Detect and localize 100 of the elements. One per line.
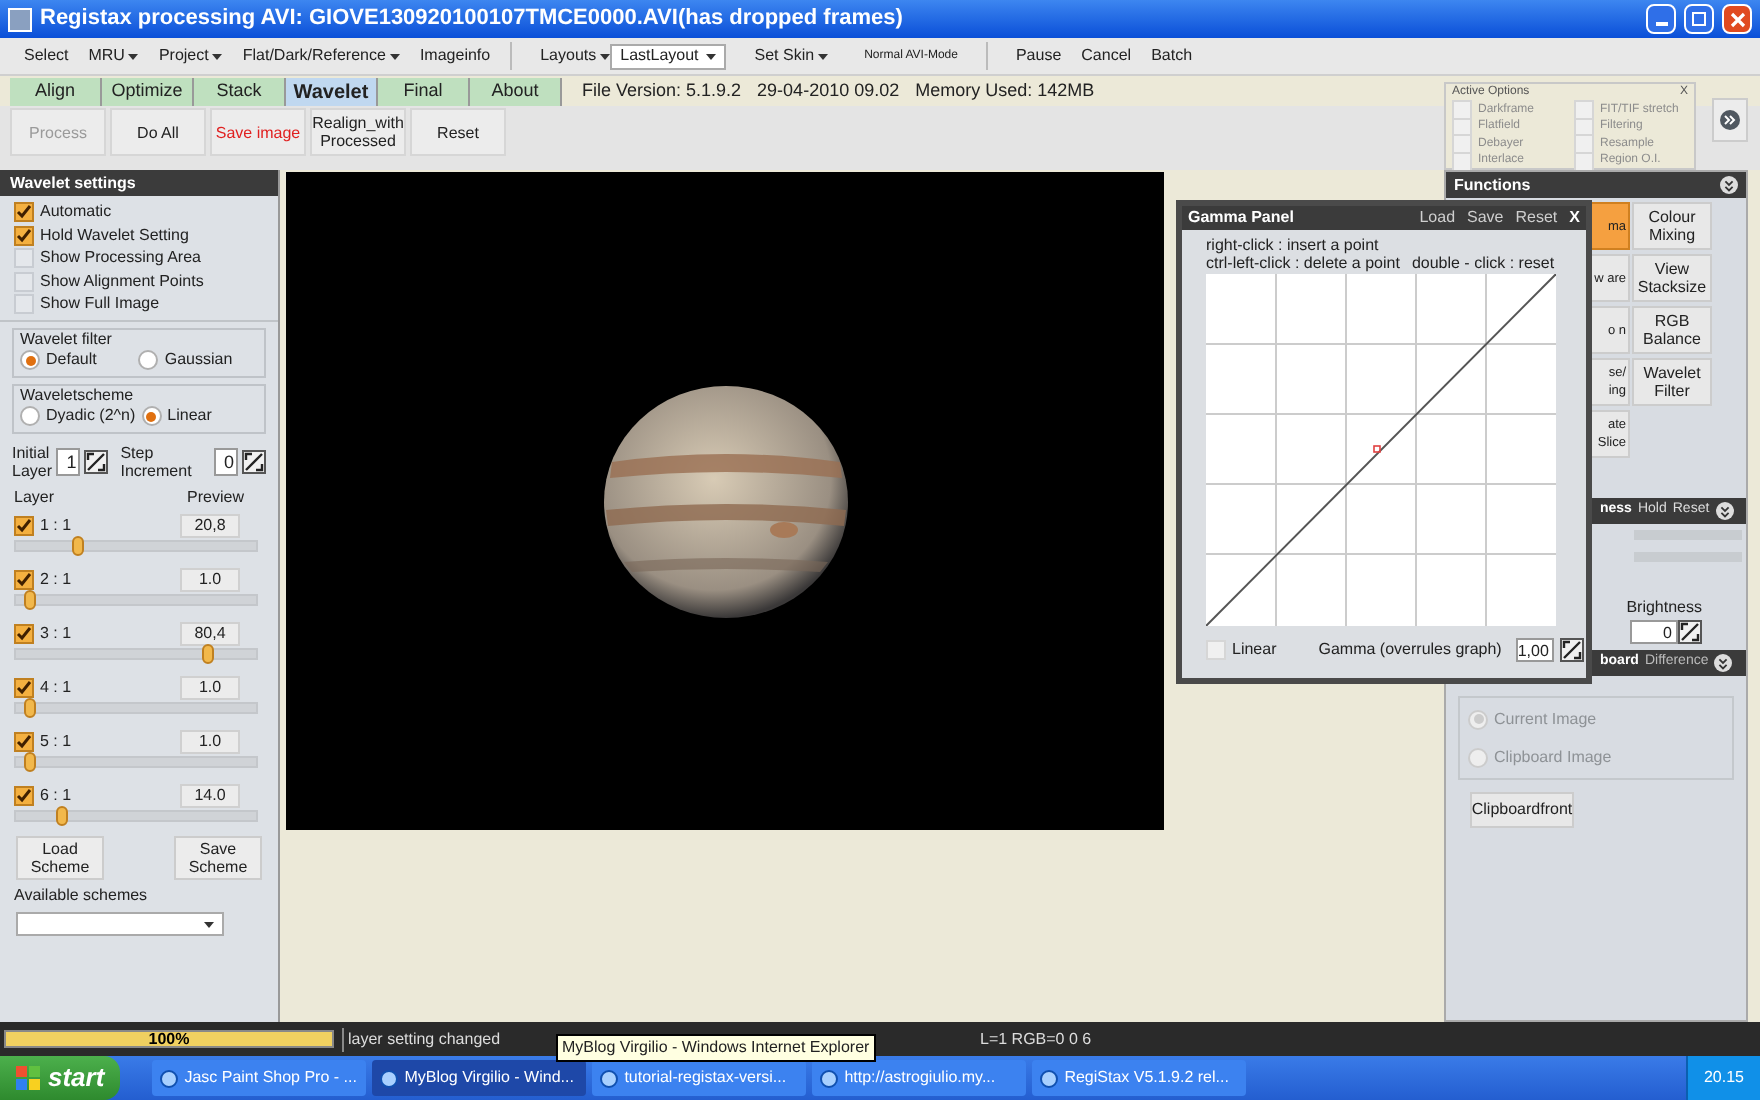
menu-item[interactable]: Select (24, 44, 69, 68)
menu-item[interactable]: Pause (1015, 44, 1062, 68)
layer-slider[interactable] (14, 648, 258, 660)
tab[interactable]: Final (378, 78, 470, 106)
preview-value-button[interactable]: 14.0 (180, 783, 240, 807)
scheme-button[interactable]: Save Scheme (174, 836, 262, 880)
radio-button[interactable] (141, 406, 162, 426)
checkbox[interactable] (14, 677, 34, 697)
layer-slider[interactable] (14, 702, 258, 714)
initial-layer-field[interactable]: 1 (56, 448, 81, 476)
step-increment-field[interactable]: 0 (213, 448, 238, 476)
preview-value-button[interactable]: 1.0 (180, 729, 240, 753)
tab[interactable]: Wavelet (286, 78, 378, 106)
collapse-icon[interactable] (1720, 176, 1738, 194)
layer-slider[interactable] (14, 756, 258, 768)
tab[interactable]: Stack (194, 78, 286, 106)
taskbar-button[interactable]: MyBlog Virgilio - Wind... (372, 1060, 587, 1096)
taskbar-button[interactable]: RegiStax V5.1.9.2 rel... (1032, 1060, 1247, 1096)
toolbar-button[interactable]: Realign_with Processed (310, 108, 406, 156)
slider-thumb[interactable] (202, 644, 214, 664)
collapse-icon[interactable] (1714, 654, 1733, 672)
preview-value-button[interactable]: 20,8 (180, 513, 240, 537)
app-icon (8, 7, 32, 31)
scheme-button[interactable]: Load Scheme (16, 836, 104, 880)
function-button[interactable]: Colour Mixing (1632, 202, 1712, 250)
checkbox-label: Automatic (40, 200, 112, 224)
taskbar-button[interactable]: tutorial-registax-versi... (592, 1060, 807, 1096)
layer-label: 2 : 1 (40, 567, 72, 591)
menu-item[interactable]: Project (158, 44, 223, 68)
menu-item[interactable]: Flat/Dark/Reference (242, 44, 400, 68)
tab[interactable]: About (470, 78, 562, 106)
header-action-link[interactable]: Reset (1515, 206, 1558, 230)
file-info-text: File Version: 5.1.9.2 (582, 77, 742, 104)
layer-label: 6 : 1 (40, 783, 72, 807)
function-button[interactable]: RGB Balance (1632, 306, 1712, 354)
menu-item[interactable]: Layouts (540, 44, 611, 68)
radio-button[interactable] (20, 406, 40, 426)
checkbox[interactable] (14, 731, 34, 751)
checkbox[interactable] (14, 623, 34, 643)
menu-item[interactable]: Cancel (1081, 44, 1132, 68)
layer-slider[interactable] (14, 594, 258, 606)
checkbox[interactable] (14, 202, 34, 222)
preview-value-button[interactable]: 1.0 (180, 567, 240, 591)
field-label: Brightness (1626, 596, 1702, 620)
radio-button[interactable] (138, 350, 159, 370)
spin-arrows-icon[interactable] (1678, 620, 1702, 644)
toolbar-button[interactable]: Do All (110, 108, 206, 156)
schemes-dropdown[interactable] (16, 912, 224, 936)
slider-thumb[interactable] (55, 806, 68, 826)
taskbar-button[interactable]: Jasc Paint Shop Pro - ... (152, 1060, 367, 1096)
file-info-text: Memory Used: 142MB (915, 77, 1095, 104)
spin-arrows-icon[interactable] (1560, 638, 1585, 662)
menu-item[interactable]: Imageinfo (419, 44, 491, 68)
radio-label: Current Image (1494, 707, 1597, 731)
slider-thumb[interactable] (72, 536, 85, 556)
layer-slider[interactable] (14, 810, 258, 822)
toolbar-button[interactable]: Save image (210, 108, 306, 156)
spin-arrows-icon[interactable] (241, 450, 266, 474)
brightness-field[interactable]: 0 (1630, 620, 1678, 644)
slider-thumb[interactable] (24, 590, 37, 610)
taskbar-button[interactable]: http://astrogiulio.my... (812, 1060, 1027, 1096)
toolbar-button[interactable]: Reset (410, 108, 506, 156)
minimize-button[interactable] (1646, 4, 1676, 34)
checkbox[interactable] (14, 225, 34, 245)
checkbox[interactable] (14, 785, 34, 805)
tab[interactable]: Align (10, 78, 102, 106)
layer-slider[interactable] (14, 540, 258, 552)
slider-thumb[interactable] (24, 698, 37, 718)
layer-label: 3 : 1 (40, 621, 72, 645)
function-button[interactable]: View Stacksize (1632, 254, 1712, 302)
app-icon (380, 1069, 399, 1087)
gamma-curve-drawing[interactable] (1206, 274, 1556, 626)
checkbox[interactable] (14, 569, 34, 589)
app-icon (1040, 1069, 1059, 1087)
menu-item[interactable]: Set Skin (754, 44, 829, 68)
radio-label: Gaussian (164, 348, 233, 372)
spin-arrows-icon[interactable] (84, 450, 109, 474)
menu-item[interactable]: MRU (88, 44, 139, 68)
header-action-link[interactable]: Save (1467, 206, 1504, 230)
field-label: Gamma (overrules graph) (1318, 638, 1502, 662)
maximize-button[interactable] (1684, 4, 1714, 34)
tab[interactable]: Optimize (102, 78, 194, 106)
preview-value-button[interactable]: 1.0 (180, 675, 240, 699)
header-action-link[interactable]: Load (1419, 206, 1456, 230)
close-button[interactable] (1722, 4, 1752, 34)
checkbox[interactable] (14, 515, 34, 535)
layer-label: 5 : 1 (40, 729, 72, 753)
preview-value-button[interactable]: 80,4 (180, 621, 240, 645)
close-button[interactable]: X (1569, 206, 1580, 230)
function-button[interactable]: Wavelet Filter (1632, 358, 1712, 406)
panel-title: Gamma Panel (1188, 206, 1296, 230)
slider-thumb[interactable] (24, 752, 37, 772)
progress-text: 100% (146, 1032, 192, 1046)
layout-combobox[interactable]: LastLayout (610, 43, 727, 69)
radio-label: Linear (167, 404, 212, 428)
expand-button[interactable] (1712, 98, 1748, 142)
collapse-icon[interactable] (1715, 502, 1734, 520)
gamma-field[interactable]: 1,00 (1515, 638, 1555, 662)
menu-item[interactable]: Batch (1151, 44, 1193, 68)
radio-button[interactable] (20, 350, 40, 370)
